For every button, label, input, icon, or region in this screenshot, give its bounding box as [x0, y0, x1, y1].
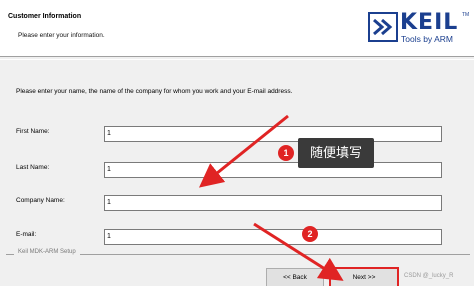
company-name-label: Company Name: — [16, 197, 65, 204]
setup-window: Customer Information Please enter your i… — [0, 0, 474, 286]
first-name-field[interactable]: 1 — [104, 126, 442, 142]
annotation-note: 随便填写 — [298, 138, 374, 168]
logo-trademark: TM — [462, 12, 470, 18]
page-subtitle: Please enter your information. — [18, 32, 105, 39]
keil-logo: KEIL TM Tools by ARM — [368, 10, 470, 48]
setup-group-label: Keil MDK-ARM Setup — [14, 249, 80, 255]
email-label: E-mail: — [16, 231, 37, 238]
back-button[interactable]: << Back — [266, 268, 324, 286]
last-name-field[interactable]: 1 — [104, 162, 442, 178]
watermark: CSDN @_lucky_R — [404, 273, 454, 279]
keil-logo-icon — [368, 12, 398, 42]
logo-tagline: Tools by ARM — [401, 34, 453, 44]
next-button[interactable]: Next >> — [330, 268, 398, 286]
form-intro: Please enter your name, the name of the … — [16, 88, 293, 95]
page-title: Customer Information — [8, 13, 82, 20]
email-field[interactable]: 1 — [104, 229, 442, 245]
step-badge-1: 1 — [278, 145, 294, 161]
step-badge-2: 2 — [302, 226, 318, 242]
first-name-label: First Name: — [16, 128, 50, 135]
company-name-field[interactable]: 1 — [104, 195, 442, 211]
last-name-label: Last Name: — [16, 164, 50, 171]
header-banner: Customer Information Please enter your i… — [0, 0, 474, 56]
logo-wordmark: KEIL — [400, 10, 459, 35]
header-divider — [0, 56, 474, 60]
